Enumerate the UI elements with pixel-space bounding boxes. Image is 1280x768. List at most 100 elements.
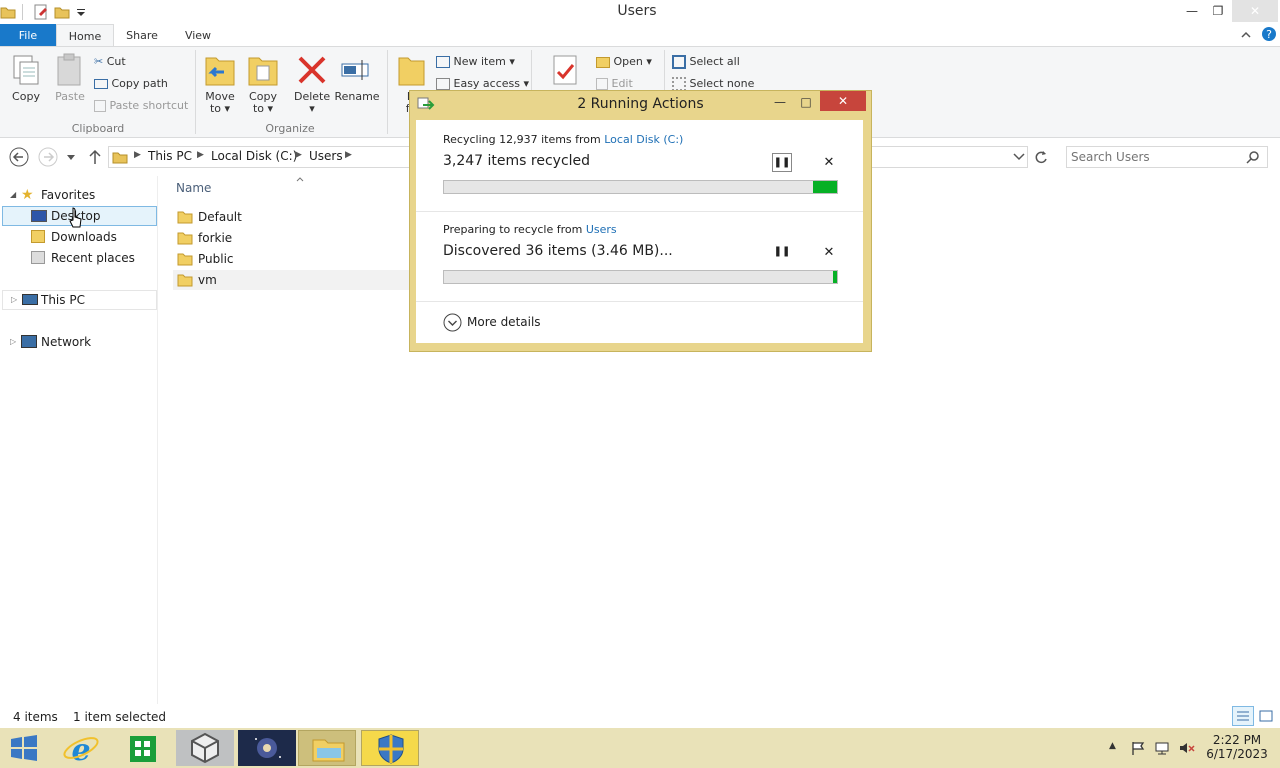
breadcrumb-separator[interactable]: ▶ [345, 150, 352, 160]
breadcrumb-separator[interactable]: ▶ [295, 150, 302, 160]
taskbar-store[interactable] [114, 730, 172, 766]
op1-cancel-button[interactable]: ✕ [819, 154, 839, 172]
copy-path-button[interactable]: Copy path [94, 77, 168, 90]
folder-icon [177, 274, 193, 287]
move-to-button[interactable]: Move to ▾ [202, 52, 238, 116]
back-icon[interactable] [9, 147, 29, 167]
breadcrumb-separator[interactable]: ▶ [134, 150, 141, 160]
move-to-icon [205, 57, 235, 86]
dialog-minimize-button[interactable]: — [770, 92, 790, 112]
op1-pause-button[interactable]: ❚❚ [772, 153, 792, 172]
search-input[interactable] [1071, 149, 1241, 165]
properties-icon [553, 55, 577, 85]
op1-source-link[interactable]: Local Disk (C:) [604, 133, 683, 146]
taskbar-image-viewer[interactable] [238, 730, 296, 766]
file-name: Public [198, 252, 234, 266]
edit-button[interactable]: Edit [596, 77, 633, 90]
search-icon[interactable] [1246, 150, 1260, 164]
file-row[interactable]: Public [173, 249, 413, 269]
folder-icon [177, 253, 193, 266]
network-tray-icon[interactable] [1154, 740, 1170, 756]
file-name: Default [198, 210, 242, 224]
nav-pane-divider [157, 176, 158, 704]
maximize-button[interactable]: ❐ [1204, 0, 1232, 22]
volume-muted-icon[interactable] [1178, 740, 1196, 756]
new-item-button[interactable]: New item ▾ [436, 55, 515, 68]
large-icons-view-button[interactable] [1256, 706, 1276, 726]
action-center-flag-icon[interactable] [1130, 740, 1146, 756]
clock[interactable]: 2:22 PM 6/17/2023 [1200, 733, 1274, 761]
tab-view[interactable]: View [170, 24, 226, 47]
nav-recent-places[interactable]: Recent places [2, 248, 157, 268]
copy-to-button[interactable]: Copy to ▾ [245, 52, 281, 116]
column-header-name[interactable]: Name [176, 181, 211, 195]
op2-pause-button[interactable]: ❚❚ [772, 243, 792, 262]
chevron-down-icon [443, 313, 462, 332]
op2-cancel-button[interactable]: ✕ [819, 244, 839, 262]
dialog-close-button[interactable]: ✕ [820, 91, 866, 111]
item-count: 4 items [13, 710, 58, 724]
window-title: Users [617, 3, 657, 19]
details-view-button[interactable] [1232, 706, 1254, 726]
expand-arrow-icon[interactable]: ◢ [10, 185, 16, 205]
show-hidden-icons-button[interactable]: ▲ [1109, 741, 1116, 751]
computer-icon [22, 294, 38, 305]
tab-share[interactable]: Share [114, 24, 170, 47]
file-row-selected[interactable]: vm [173, 270, 413, 290]
dialog-divider [416, 211, 863, 212]
select-none-button[interactable]: Select none [672, 77, 754, 91]
breadcrumb-users[interactable]: Users [309, 149, 343, 163]
start-button[interactable] [8, 734, 40, 762]
tab-file[interactable]: File [0, 24, 56, 47]
taskbar-internet-explorer[interactable]: e [52, 730, 110, 768]
clock-date: 6/17/2023 [1206, 747, 1268, 761]
taskbar-file-explorer[interactable] [298, 730, 356, 766]
op2-progress-fill [833, 271, 837, 283]
network-icon [21, 335, 37, 348]
open-button[interactable]: Open ▾ [596, 55, 652, 68]
op2-description: Preparing to recycle from Users [443, 223, 617, 236]
new-item-icon [436, 56, 450, 68]
select-all-button[interactable]: Select all [672, 55, 740, 69]
dialog-maximize-button[interactable]: □ [796, 92, 816, 112]
help-icon[interactable]: ? [1261, 26, 1277, 42]
delete-button[interactable]: Delete ▾ [294, 52, 330, 116]
paste-shortcut-button[interactable]: Paste shortcut [94, 99, 188, 112]
nav-favorites[interactable]: ◢ ★ Favorites [2, 185, 157, 205]
expand-arrow-icon[interactable]: ▷ [10, 332, 16, 352]
forward-icon[interactable] [38, 147, 58, 167]
refresh-icon[interactable] [1033, 149, 1049, 165]
copy-button[interactable]: Copy [8, 52, 44, 112]
breadcrumb-separator[interactable]: ▶ [197, 150, 204, 160]
address-dropdown-icon[interactable] [1013, 152, 1025, 162]
breadcrumb-this-pc[interactable]: This PC [148, 149, 192, 163]
breadcrumb-local-disk[interactable]: Local Disk (C:) [211, 149, 297, 163]
op2-status: Discovered 36 items (3.46 MB)... [443, 243, 673, 259]
close-button[interactable]: ✕ [1232, 0, 1278, 22]
nav-downloads[interactable]: Downloads [2, 227, 157, 247]
paste-shortcut-icon [94, 100, 106, 112]
galaxy-image-icon [255, 738, 281, 758]
expand-arrow-icon[interactable]: ▷ [11, 290, 17, 310]
file-row[interactable]: forkie [173, 228, 413, 248]
tab-home[interactable]: Home [56, 24, 114, 47]
op2-source-link[interactable]: Users [586, 223, 617, 236]
paste-button[interactable]: Paste [52, 52, 88, 112]
recent-locations-icon[interactable] [66, 152, 76, 162]
collapse-ribbon-icon[interactable] [1240, 29, 1252, 41]
star-icon: ★ [21, 187, 34, 203]
minimize-button[interactable]: — [1178, 0, 1206, 22]
internet-explorer-icon: e [63, 733, 99, 768]
selection-count: 1 item selected [73, 710, 167, 724]
cut-button[interactable]: ✂ Cut [94, 55, 126, 68]
cube-app-icon [191, 732, 219, 764]
taskbar-app[interactable] [176, 730, 234, 766]
nav-network[interactable]: ▷ Network [2, 332, 157, 352]
file-row[interactable]: Default [173, 207, 413, 227]
properties-button[interactable] [548, 52, 584, 92]
up-icon[interactable] [87, 148, 103, 166]
rename-button[interactable]: Rename [334, 52, 380, 112]
nav-this-pc[interactable]: ▷ This PC [2, 290, 157, 310]
taskbar-security[interactable] [361, 730, 419, 766]
easy-access-button[interactable]: Easy access ▾ [436, 77, 529, 90]
